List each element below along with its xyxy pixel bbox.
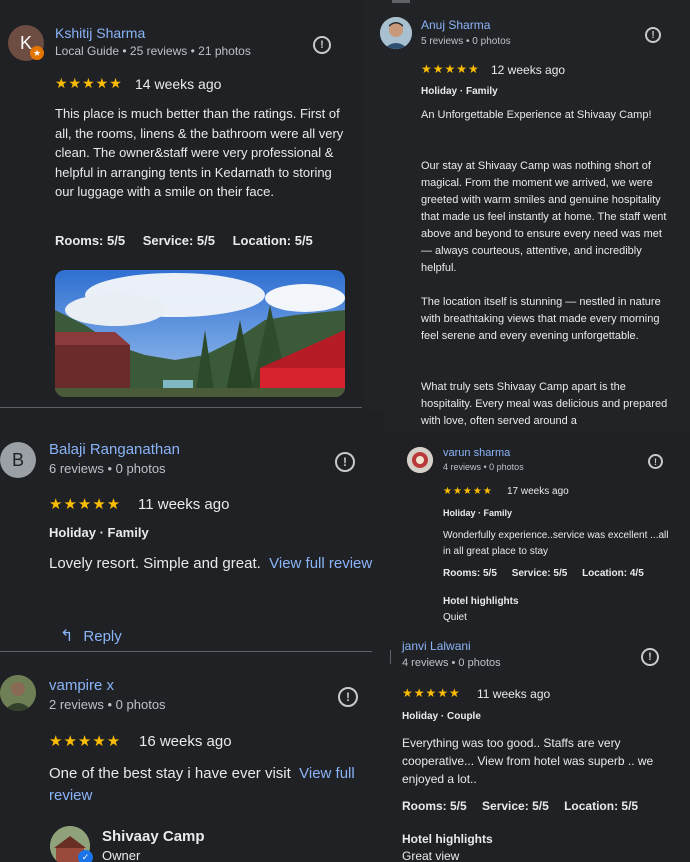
review-card-janvi: janvi Lalwani 4 reviews • 0 photos ! ★★★… bbox=[390, 632, 690, 862]
avatar[interactable]: B bbox=[0, 442, 36, 478]
reviewer-meta: Local Guide • 25 reviews • 21 photos bbox=[55, 44, 251, 58]
category-ratings: Rooms: 5/5 Service: 5/5 Location: 5/5 bbox=[402, 799, 652, 813]
review-time: 11 weeks ago bbox=[138, 496, 230, 513]
reply-button[interactable]: ↰ Reply bbox=[60, 626, 122, 646]
person-photo-icon bbox=[380, 17, 412, 49]
reviewer-name[interactable]: Balaji Ranganathan bbox=[49, 441, 180, 458]
rating-location: Location: 4/5 bbox=[582, 568, 644, 579]
review-time: 16 weeks ago bbox=[139, 733, 232, 750]
avatar[interactable] bbox=[0, 675, 36, 711]
star-rating: ★★★★★ bbox=[421, 62, 480, 76]
reviewer-meta: 4 reviews • 0 photos bbox=[443, 462, 524, 472]
category-ratings: Rooms: 5/5 Service: 5/5 Location: 4/5 bbox=[443, 568, 658, 579]
reply-arrow-icon: ↰ bbox=[60, 628, 74, 645]
review-card-vampire: vampire x 2 reviews • 0 photos ! ★★★★★ 1… bbox=[0, 653, 385, 862]
reviewer-name[interactable]: janvi Lalwani bbox=[402, 639, 471, 653]
rating-rooms: Rooms: 5/5 bbox=[443, 568, 497, 579]
report-flag-icon[interactable]: ! bbox=[335, 452, 355, 472]
local-guide-star-icon: ★ bbox=[30, 46, 44, 60]
top-scroll-indicator bbox=[392, 0, 410, 3]
review-text: This place is much better than the ratin… bbox=[55, 106, 344, 200]
left-scroll-marker bbox=[390, 650, 391, 664]
reviewer-name[interactable]: varun sharma bbox=[443, 447, 510, 459]
review-text: Everything was too good.. Staffs are ver… bbox=[402, 736, 654, 786]
review-time: 12 weeks ago bbox=[491, 63, 566, 77]
review-text-paragraph: Our stay at Shivaay Camp was nothing sho… bbox=[421, 160, 667, 274]
review-divider bbox=[0, 407, 362, 408]
report-flag-icon[interactable]: ! bbox=[648, 454, 663, 469]
review-photo-image bbox=[55, 270, 345, 397]
rating-service: Service: 5/5 bbox=[142, 233, 215, 248]
review-text-paragraph: The location itself is stunning — nestle… bbox=[421, 296, 661, 342]
star-rating: ★★★★★ bbox=[49, 733, 122, 750]
rating-rooms: Rooms: 5/5 bbox=[55, 233, 126, 248]
avatar-letter: B bbox=[11, 449, 24, 470]
trip-tags: Holiday · Family bbox=[443, 508, 513, 518]
rating-location: Location: 5/5 bbox=[564, 799, 639, 813]
hotel-highlights-title: Hotel highlights bbox=[402, 832, 493, 846]
star-rating: ★★★★★ bbox=[55, 75, 123, 91]
avatar[interactable] bbox=[407, 447, 433, 473]
reviewer-name[interactable]: Anuj Sharma bbox=[421, 18, 490, 32]
hotel-highlights-title: Hotel highlights bbox=[443, 596, 519, 607]
review-text-body: One of the best stay i have ever visit bbox=[49, 765, 291, 782]
report-flag-icon[interactable]: ! bbox=[338, 687, 358, 707]
verified-check-icon: ✓ bbox=[78, 850, 93, 862]
review-time: 17 weeks ago bbox=[507, 486, 569, 497]
review-text: Wonderfully experience..service was exce… bbox=[443, 530, 669, 557]
reviewer-meta: 6 reviews • 0 photos bbox=[49, 461, 166, 476]
star-rating: ★★★★★ bbox=[49, 496, 122, 513]
trip-tags: Holiday · Family bbox=[421, 86, 498, 97]
reviewer-meta: 5 reviews • 0 photos bbox=[421, 36, 511, 47]
category-ratings: Rooms: 5/5 Service: 5/5 Location: 5/5 bbox=[55, 233, 327, 248]
owner-role: Owner bbox=[102, 848, 141, 862]
owner-name: Shivaay Camp bbox=[102, 828, 205, 845]
review-text-body: Lovely resort. Simple and great. bbox=[49, 555, 261, 572]
hotel-highlight-value: Great view bbox=[402, 849, 460, 862]
view-full-review-link[interactable]: View full review bbox=[269, 555, 372, 572]
review-text-paragraph: What truly sets Shivaay Camp apart is th… bbox=[421, 381, 668, 427]
review-card-kshitij: K ★ Kshitij Sharma Local Guide • 25 revi… bbox=[0, 0, 362, 407]
review-text: One of the best stay i have ever visit V… bbox=[49, 763, 379, 807]
review-text: Lovely resort. Simple and great. View fu… bbox=[49, 553, 374, 575]
review-time: 11 weeks ago bbox=[477, 687, 551, 701]
rating-location: Location: 5/5 bbox=[232, 233, 313, 248]
report-flag-icon[interactable]: ! bbox=[645, 27, 661, 43]
review-card-anuj: Anuj Sharma 5 reviews • 0 photos ! ★★★★★… bbox=[364, 0, 690, 432]
report-flag-icon[interactable]: ! bbox=[641, 648, 659, 666]
review-divider bbox=[0, 651, 372, 652]
review-time: 14 weeks ago bbox=[135, 76, 222, 92]
trip-tags: Holiday · Couple bbox=[402, 711, 481, 722]
review-card-varun: varun sharma 4 reviews • 0 photos ! ★★★★… bbox=[395, 437, 690, 632]
person-photo-icon bbox=[407, 447, 433, 473]
review-photo[interactable] bbox=[55, 270, 345, 397]
reply-label: Reply bbox=[83, 627, 122, 645]
rating-rooms: Rooms: 5/5 bbox=[402, 799, 467, 813]
review-text-title: An Unforgettable Experience at Shivaay C… bbox=[421, 109, 652, 121]
reviewer-meta: 4 reviews • 0 photos bbox=[402, 657, 501, 669]
reviewer-name[interactable]: vampire x bbox=[49, 677, 114, 694]
review-card-balaji: B Balaji Ranganathan 6 reviews • 0 photo… bbox=[0, 410, 385, 650]
rating-service: Service: 5/5 bbox=[511, 568, 568, 579]
reviewer-meta: 2 reviews • 0 photos bbox=[49, 697, 166, 712]
star-rating: ★★★★★ bbox=[402, 686, 461, 700]
hotel-highlight-value: Quiet bbox=[443, 612, 467, 623]
person-photo-icon bbox=[0, 675, 36, 711]
report-flag-icon[interactable]: ! bbox=[313, 36, 331, 54]
trip-tags: Holiday · Family bbox=[49, 525, 149, 540]
reviewer-name[interactable]: Kshitij Sharma bbox=[55, 25, 145, 41]
rating-service: Service: 5/5 bbox=[482, 799, 549, 813]
avatar[interactable] bbox=[380, 17, 412, 49]
star-rating: ★★★★★ bbox=[443, 486, 493, 497]
